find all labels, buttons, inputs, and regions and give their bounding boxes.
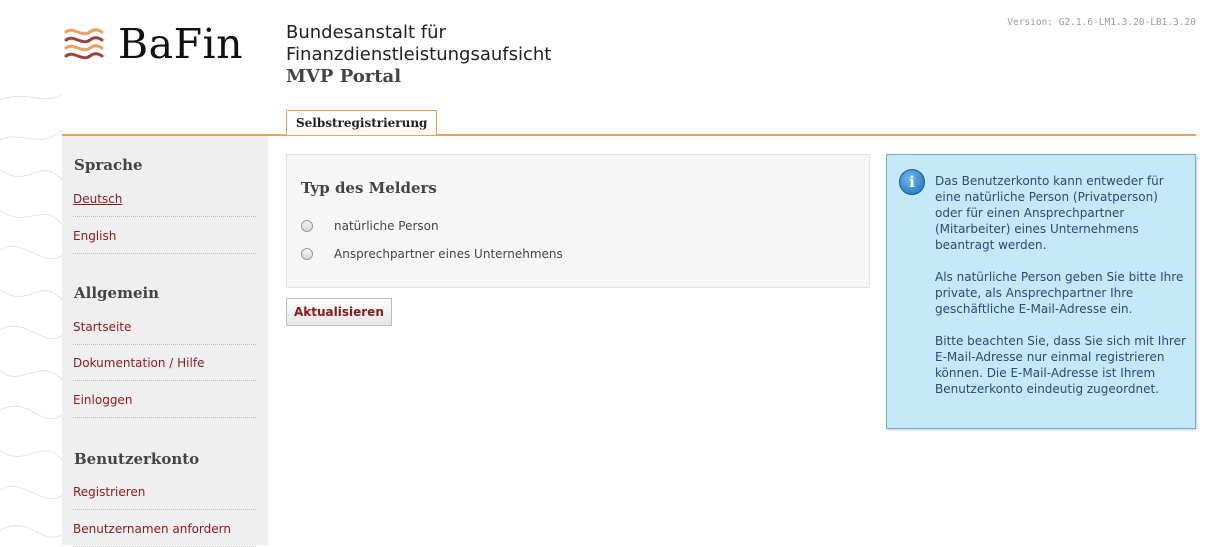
sidebar: Sprache Deutsch English Allgemein Starts… — [62, 136, 268, 547]
info-box: i Das Benutzerkonto kann entweder für ei… — [886, 154, 1196, 429]
bafin-logo[interactable]: BaFin — [62, 22, 243, 66]
radio-natuerliche-person[interactable] — [301, 220, 313, 232]
tab-selbstregistrierung[interactable]: Selbstregistrierung — [286, 110, 438, 135]
bafin-waves-icon — [64, 28, 104, 60]
sidebar-item-dokumentation-hilfe[interactable]: Dokumentation / Hilfe — [73, 356, 256, 381]
logo-wordmark: BaFin — [118, 19, 244, 68]
sidebar-heading-sprache: Sprache — [74, 156, 143, 174]
sidebar-item-startseite[interactable]: Startseite — [73, 320, 256, 345]
institution-line2: Finanzdienstleistungsaufsicht — [286, 44, 552, 65]
info-paragraph: Bitte beachten Sie, dass Sie sich mit Ih… — [935, 334, 1186, 396]
info-paragraph: Als natürliche Person geben Sie bitte Ih… — [935, 270, 1184, 316]
aktualisieren-button[interactable]: Aktualisieren — [286, 298, 392, 326]
sidebar-heading-allgemein: Allgemein — [74, 284, 160, 302]
institution-line1: Bundesanstalt für — [286, 22, 446, 43]
decorative-background-lines — [0, 94, 62, 538]
version-label: Version: G2.1.6-LM1.3.20-LB1.3.20 — [1007, 17, 1196, 28]
option-label: natürliche Person — [334, 219, 439, 233]
sidebar-item-registrieren[interactable]: Registrieren — [73, 485, 256, 510]
info-icon: i — [899, 169, 925, 195]
radio-ansprechpartner[interactable] — [301, 248, 313, 260]
info-paragraph: Das Benutzerkonto kann entweder für eine… — [935, 174, 1164, 252]
institution-title: Bundesanstalt für Finanzdienstleistungsa… — [286, 22, 551, 88]
info-text: Das Benutzerkonto kann entweder für eine… — [935, 173, 1187, 413]
sidebar-heading-benutzerkonto: Benutzerkonto — [74, 450, 200, 468]
sidebar-item-einloggen[interactable]: Einloggen — [73, 393, 256, 418]
sidebar-item-english[interactable]: English — [73, 229, 256, 254]
panel-title: Typ des Melders — [301, 179, 437, 197]
reporter-type-panel: Typ des Melders natürliche Person Anspre… — [286, 154, 870, 288]
portal-name: MVP Portal — [286, 66, 402, 87]
option-ansprechpartner[interactable]: Ansprechpartner eines Unternehmens — [301, 247, 563, 261]
sidebar-item-deutsch[interactable]: Deutsch — [73, 192, 256, 217]
sidebar-item-benutzernamen-anfordern[interactable]: Benutzernamen anfordern — [73, 522, 256, 547]
option-natuerliche-person[interactable]: natürliche Person — [301, 219, 439, 233]
option-label: Ansprechpartner eines Unternehmens — [334, 247, 563, 261]
